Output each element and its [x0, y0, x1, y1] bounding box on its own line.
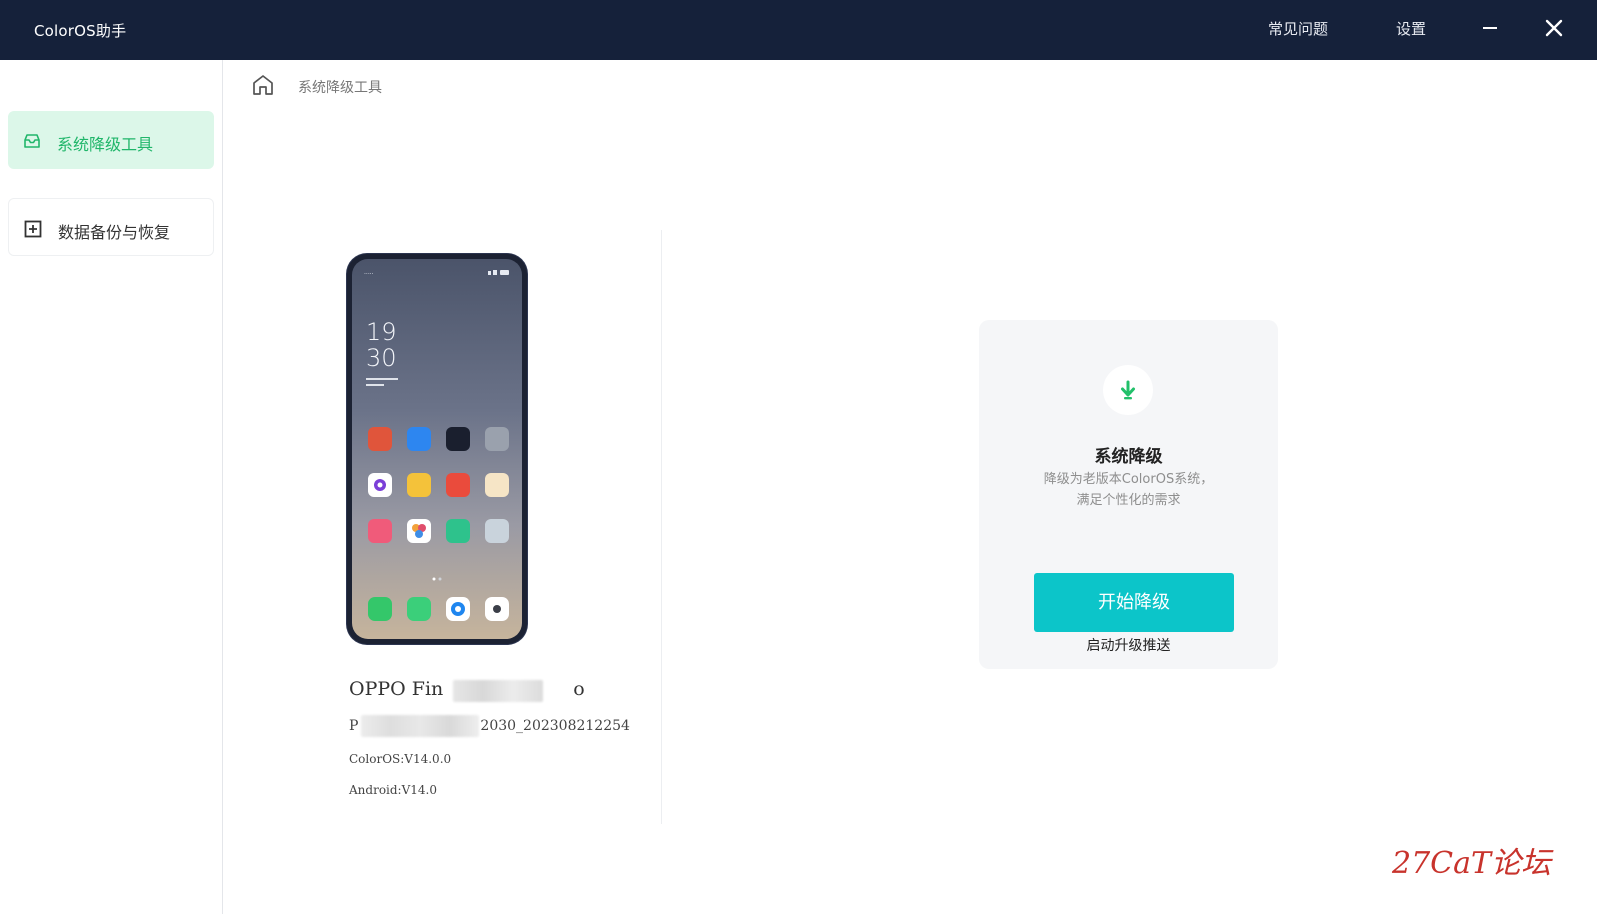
downgrade-card: 系统降级 降级为老版本ColorOS系统，满足个性化的需求 开始降级 启动升级推…: [979, 320, 1278, 669]
app-icon: [407, 427, 431, 451]
app-icon: [407, 473, 431, 497]
sidebar-item-label: 系统降级工具: [57, 135, 154, 154]
app-icon: [368, 473, 392, 497]
phone-status-icons: [488, 270, 509, 275]
breadcrumb-current: 系统降级工具: [298, 80, 382, 96]
enable-upgrade-push-link[interactable]: 启动升级推送: [979, 635, 1278, 655]
phone-screen: ····· 19 30: [352, 259, 522, 639]
android-version: Android:V14.0: [349, 783, 437, 797]
app-icon: [446, 473, 470, 497]
download-arrow-icon: [1116, 377, 1140, 403]
sidebar: 系统降级工具 数据备份与恢复: [0, 60, 223, 914]
app-icon: [407, 519, 431, 543]
redacted-area: [361, 715, 479, 737]
card-title: 系统降级: [1094, 447, 1163, 467]
camera-dock-icon: [485, 597, 509, 621]
phone-status-time: ·····: [364, 271, 374, 278]
redacted-area: [453, 680, 543, 702]
sidebar-item-data-backup[interactable]: 数据备份与恢复: [8, 198, 214, 256]
browser-dock-icon: [446, 597, 470, 621]
close-icon[interactable]: [1540, 14, 1568, 42]
phone-date-weather: [366, 377, 426, 392]
divider: [661, 230, 662, 824]
phone-page-dots: [432, 577, 442, 581]
watermark: 27CaT论坛: [1392, 846, 1552, 881]
sidebar-item-system-downgrade[interactable]: 系统降级工具: [8, 111, 214, 169]
phone-dock-icon: [368, 597, 392, 621]
app-icon: [485, 427, 509, 451]
downgrade-icon-badge: [1103, 365, 1153, 415]
app-icon: [485, 473, 509, 497]
phone-illustration: ····· 19 30: [347, 254, 527, 644]
settings-link[interactable]: 设置: [1396, 18, 1426, 39]
app-icon: [485, 519, 509, 543]
inbox-icon: [22, 131, 42, 151]
app-icon: [446, 427, 470, 451]
sidebar-item-label: 数据备份与恢复: [58, 223, 171, 242]
minimize-icon[interactable]: [1476, 14, 1504, 42]
backup-box-icon: [23, 219, 43, 239]
home-icon[interactable]: [250, 72, 276, 98]
card-description: 降级为老版本ColorOS系统，满足个性化的需求: [1043, 472, 1214, 508]
app-title: ColorOS助手: [34, 22, 127, 40]
app-icon: [446, 519, 470, 543]
start-downgrade-button[interactable]: 开始降级: [1034, 573, 1234, 632]
coloros-version: ColorOS:V14.0.0: [349, 752, 452, 766]
phone-clock: 19 30: [366, 318, 397, 372]
title-bar: ColorOS助手 常见问题 设置: [0, 0, 1597, 60]
app-icon: [368, 427, 392, 451]
messages-dock-icon: [407, 597, 431, 621]
faq-link[interactable]: 常见问题: [1268, 18, 1328, 39]
app-icon: [368, 519, 392, 543]
